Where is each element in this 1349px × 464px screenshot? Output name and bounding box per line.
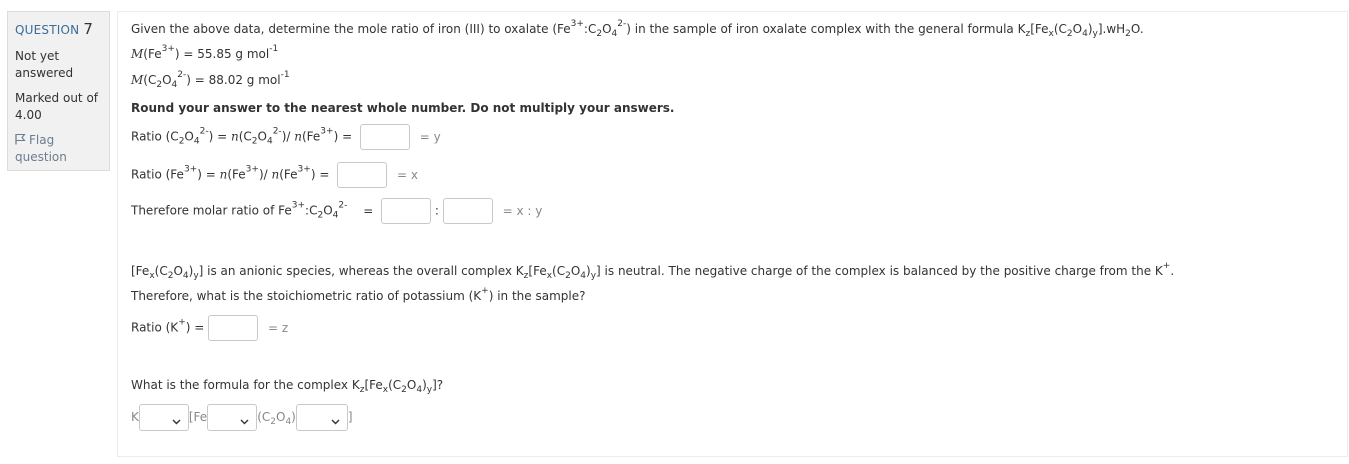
ratio-oxalate-row: Ratio (C2O42-) = n(C2O42-)/ n(Fe3+) = = …: [131, 124, 441, 150]
ratio-oxalate-input[interactable]: [359, 124, 410, 150]
oxalate-subscript-select[interactable]: [295, 404, 348, 431]
rounding-instruction: Round your answer to the nearest whole n…: [131, 101, 675, 115]
flag-icon: [15, 133, 26, 145]
question-grade: Marked out of 4.00: [15, 91, 99, 122]
formula-question: What is the formula for the complex Kz[F…: [131, 378, 444, 395]
anionic-species-text: [Fex(C2O4)y] is an anionic species, wher…: [131, 261, 1175, 281]
question-state: Not yet answered: [15, 49, 74, 80]
potassium-question: Therefore, what is the stoichiometric ra…: [131, 286, 586, 304]
question-intro: Given the above data, determine the mole…: [131, 19, 1144, 39]
question-number: QUESTION 7: [15, 20, 94, 38]
potassium-subscript-select[interactable]: [138, 404, 189, 431]
chevron-down-icon: [331, 414, 340, 428]
molar-mass-oxalate: M(C2O42-) = 88.02 g mol-1: [131, 70, 290, 90]
flag-question-button[interactable]: Flag question: [15, 132, 102, 166]
molar-ratio-x-input[interactable]: [381, 198, 432, 224]
question-content: Given the above data, determine the mole…: [117, 11, 1348, 457]
molar-ratio-row: Therefore molar ratio of Fe3+:C2O42- = :…: [131, 198, 542, 224]
molar-mass-iron: M(Fe3+) = 55.85 g mol-1: [131, 44, 279, 62]
iron-subscript-select[interactable]: [207, 404, 258, 431]
ratio-potassium-input[interactable]: [208, 315, 259, 341]
question-info-panel: QUESTION 7 Not yet answered Marked out of…: [7, 11, 110, 171]
ratio-iron-input[interactable]: [337, 162, 388, 188]
ratio-iron-row: Ratio (Fe3+) = n(Fe3+)/ n(Fe3+) = = x: [131, 162, 418, 188]
molar-ratio-y-input[interactable]: [442, 198, 493, 224]
formula-answer-row: K [Fe (C2O4)]: [131, 404, 353, 431]
chevron-down-icon: [240, 414, 249, 428]
chevron-down-icon: [172, 414, 181, 428]
ratio-potassium-row: Ratio (K+) = = z: [131, 315, 288, 341]
